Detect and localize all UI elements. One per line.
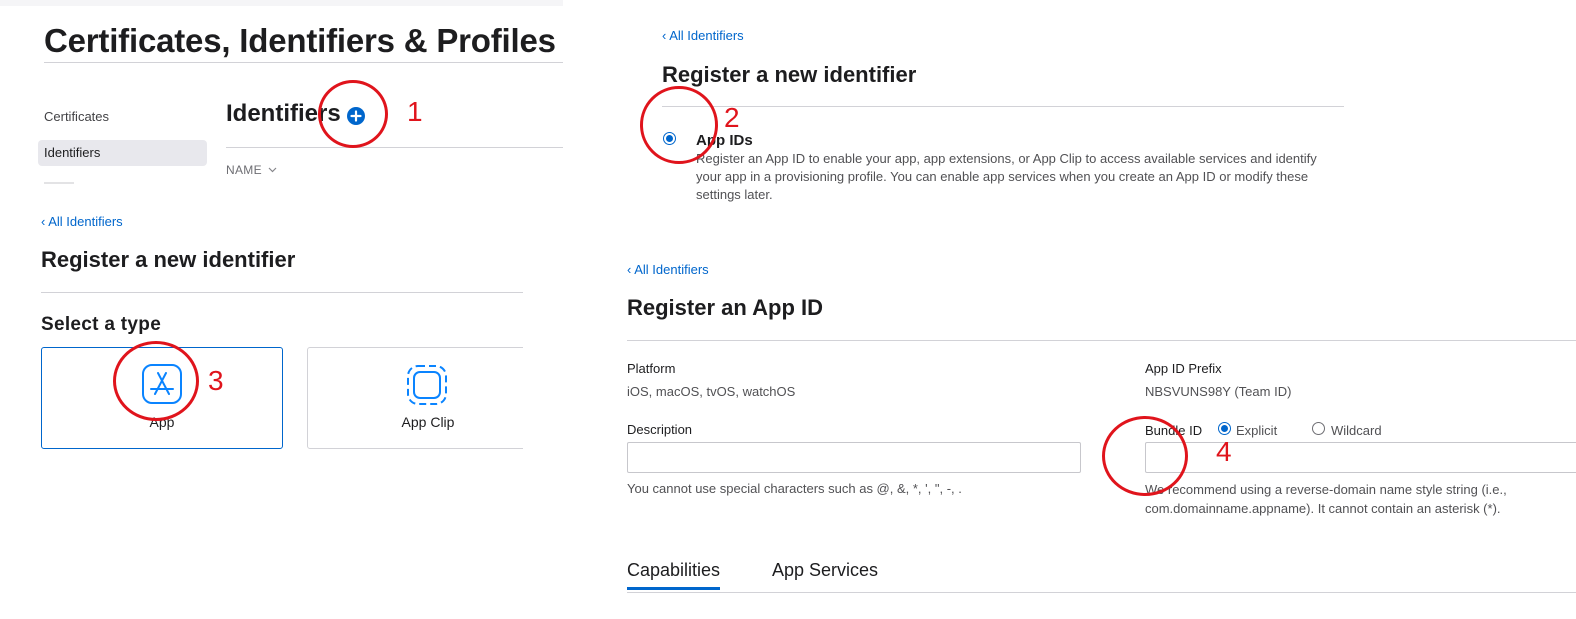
app-ids-description-line-1: Register an App ID to enable your app, a… — [696, 151, 1317, 166]
title-divider — [662, 106, 1344, 107]
app-clip-icon — [407, 365, 447, 405]
type-card-label: App Clip — [401, 414, 455, 430]
title-divider — [627, 340, 1576, 341]
register-title: Register a new identifier — [662, 62, 917, 87]
app-id-prefix-value: NBSVUNS98Y (Team ID) — [1145, 384, 1292, 399]
back-link-all-identifiers[interactable]: ‹ All Identifiers — [662, 28, 744, 43]
tab-label: App Services — [772, 560, 879, 580]
tab-label: Capabilities — [627, 560, 721, 580]
description-hint: You cannot use special characters such a… — [627, 481, 962, 496]
annotation-circle-2 — [640, 86, 718, 164]
column-header-label: NAME — [226, 163, 262, 177]
sidebar-item-label: Identifiers — [44, 145, 101, 160]
annotation-circle-1 — [318, 80, 388, 148]
description-input[interactable] — [627, 442, 1081, 473]
annotation-number-3: 3 — [208, 365, 224, 396]
register-app-id-title: Register an App ID — [627, 295, 823, 320]
page-title: Certificates, Identifiers & Profiles — [44, 22, 556, 59]
title-divider — [41, 292, 523, 293]
back-link-all-identifiers[interactable]: ‹ All Identifiers — [627, 262, 709, 277]
register-identifier-panel: ‹ All Identifiers Register a new identif… — [640, 20, 1360, 210]
bundle-explicit-label: Explicit — [1236, 423, 1278, 438]
bundle-id-input[interactable] — [1145, 442, 1576, 473]
annotation-number-1: 1 — [407, 96, 423, 127]
bundle-explicit-radio[interactable] — [1218, 422, 1231, 435]
annotation-circle-4 — [1102, 416, 1188, 496]
bundle-wildcard-radio[interactable] — [1312, 422, 1325, 435]
bundle-id-hint-line-2: com.domainname.appname). It cannot conta… — [1145, 501, 1501, 516]
tabs-divider — [627, 592, 1576, 593]
identifiers-panel: Certificates, Identifiers & Profiles Cer… — [0, 0, 563, 192]
chevron-down-icon — [268, 167, 277, 173]
annotation-number-4: 4 — [1216, 436, 1232, 467]
title-divider — [44, 62, 563, 63]
register-title: Register a new identifier — [41, 247, 296, 272]
name-column-header[interactable]: NAME — [226, 161, 277, 179]
sidebar-item-certificates[interactable]: Certificates — [44, 109, 109, 124]
platform-label: Platform — [627, 361, 676, 376]
tab-capabilities[interactable]: Capabilities — [627, 560, 721, 590]
bundle-wildcard-label: Wildcard — [1331, 423, 1382, 438]
sidebar-item-identifiers[interactable]: Identifiers — [38, 140, 207, 166]
select-type-panel: ‹ All Identifiers Register a new identif… — [0, 206, 523, 466]
top-bar — [0, 0, 563, 6]
sidebar-item-profiles[interactable] — [44, 182, 74, 188]
annotation-number-2: 2 — [724, 102, 740, 133]
register-app-id-panel: ‹ All Identifiers Register an App ID Pla… — [600, 254, 1576, 619]
table-divider — [226, 147, 563, 148]
app-ids-description-line-3: settings later. — [696, 187, 773, 202]
app-id-prefix-label: App ID Prefix — [1145, 361, 1222, 376]
type-card-app-clip[interactable]: App Clip — [307, 347, 523, 449]
bundle-id-hint-line-1: We recommend using a reverse-domain name… — [1145, 482, 1507, 497]
platform-value: iOS, macOS, tvOS, watchOS — [627, 384, 796, 399]
tab-app-services[interactable]: App Services — [772, 560, 878, 581]
annotation-circle-3 — [113, 341, 199, 421]
back-link-all-identifiers[interactable]: ‹ All Identifiers — [41, 214, 123, 229]
description-label: Description — [627, 422, 693, 437]
app-ids-description-line-2: your app in a provisioning profile. You … — [696, 169, 1309, 184]
select-type-heading: Select a type — [41, 314, 162, 335]
